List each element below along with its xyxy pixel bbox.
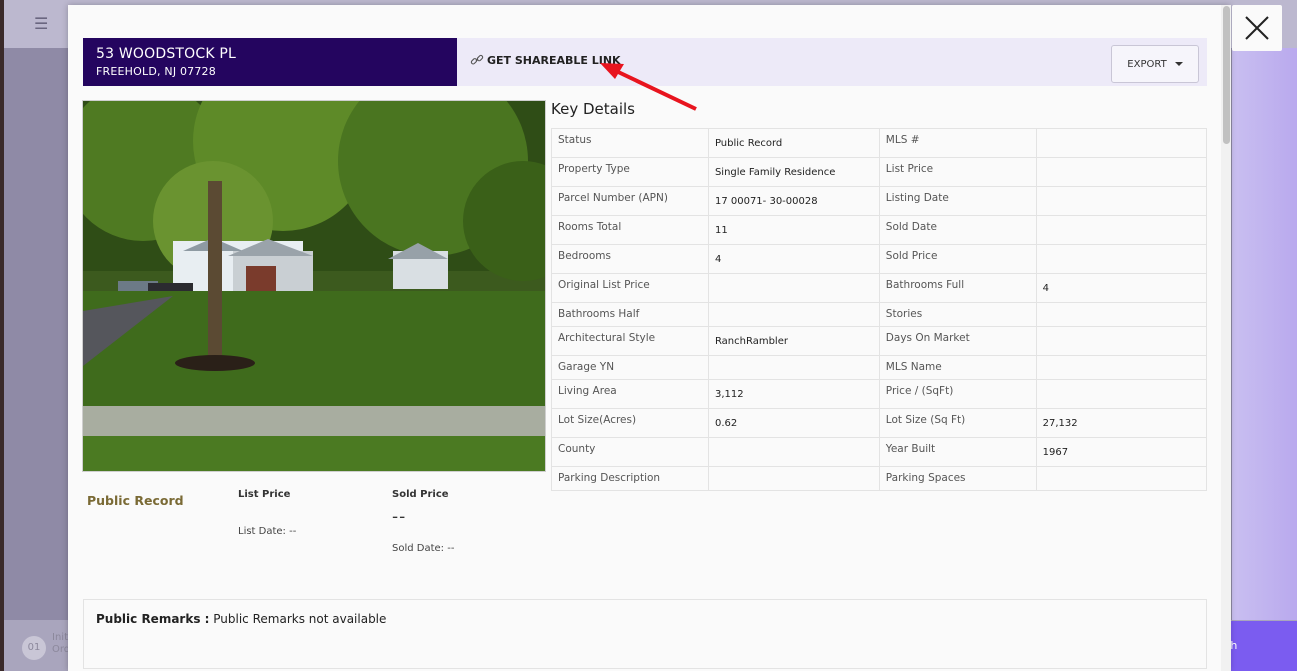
key-details-row: County Year Built 1967 [551, 437, 1208, 467]
key-details-row: Property Type Single Family Residence List… [551, 157, 1208, 187]
key-details-row: Garage YN MLS Name [551, 355, 1208, 380]
detail-value [707, 355, 880, 380]
key-details-row: Original List Price Bathrooms Full 4 [551, 273, 1208, 303]
key-details-row: Parking Description Parking Spaces [551, 466, 1208, 491]
detail-value: 11 [707, 215, 880, 245]
public-remarks-text: Public Remarks not available [209, 612, 387, 626]
key-details-row: Rooms Total 11 Sold Date [551, 215, 1208, 245]
modal-scrollbar-thumb[interactable] [1223, 6, 1230, 144]
background-right-pane [1232, 48, 1297, 671]
detail-value: Public Record [707, 128, 880, 158]
detail-value: 4 [1035, 273, 1208, 303]
detail-value [1035, 326, 1208, 356]
property-photo [82, 100, 546, 472]
key-details-row: Parcel Number (APN) 17 00071- 30-00028 Lis… [551, 186, 1208, 216]
detail-label: County [551, 437, 709, 467]
key-details-row: Living Area 3,112 Price / (SqFt) [551, 379, 1208, 409]
detail-label: Rooms Total [551, 215, 709, 245]
list-price-label: List Price [238, 489, 291, 500]
detail-value [1035, 244, 1208, 274]
detail-value: 1967 [1035, 437, 1208, 467]
detail-label: Living Area [551, 379, 709, 409]
detail-label: Status [551, 128, 709, 158]
key-details-row: Lot Size(Acres) 0.62 Lot Size (Sq Ft) 27,13… [551, 408, 1208, 438]
detail-value [1035, 355, 1208, 380]
detail-value: 3,112 [707, 379, 880, 409]
detail-label: Sold Price [878, 244, 1037, 274]
key-details-row: Bathrooms Half Stories [551, 302, 1208, 327]
detail-label: MLS # [878, 128, 1037, 158]
key-details-row: Status Public Record MLS # [551, 128, 1208, 158]
public-remarks: Public Remarks : Public Remarks not avai… [96, 612, 386, 626]
detail-value [707, 273, 880, 303]
detail-label: Bathrooms Half [551, 302, 709, 327]
detail-value [1035, 157, 1208, 187]
detail-label: Stories [878, 302, 1037, 327]
detail-label: Parking Spaces [878, 466, 1037, 491]
detail-label: Price / (SqFt) [878, 379, 1037, 409]
detail-label: Parking Description [551, 466, 709, 491]
detail-value: RanchRambler [707, 326, 880, 356]
detail-label: MLS Name [878, 355, 1037, 380]
detail-label: Parcel Number (APN) [551, 186, 709, 216]
detail-value [707, 302, 880, 327]
export-label: EXPORT [1127, 58, 1167, 70]
detail-label: Bathrooms Full [878, 273, 1037, 303]
detail-label: Year Built [878, 437, 1037, 467]
detail-label: Architectural Style [551, 326, 709, 356]
public-remarks-panel: Public Remarks : Public Remarks not avai… [83, 599, 1207, 669]
close-button[interactable] [1232, 5, 1282, 51]
detail-value [707, 437, 880, 467]
listing-status: Public Record [87, 493, 184, 508]
detail-value [1035, 215, 1208, 245]
detail-label: Days On Market [878, 326, 1037, 356]
caret-down-icon [1174, 62, 1183, 66]
detail-label: Listing Date [878, 186, 1037, 216]
detail-value: 0.62 [707, 408, 880, 438]
sold-price-value: -- [392, 507, 407, 527]
background-step-number: 01 [22, 636, 46, 660]
detail-value [1035, 186, 1208, 216]
detail-label: Lot Size(Acres) [551, 408, 709, 438]
detail-value: 4 [707, 244, 880, 274]
background-left-edge [0, 0, 4, 671]
close-icon [1245, 16, 1269, 40]
detail-label: Property Type [551, 157, 709, 187]
detail-value: Single Family Residence [707, 157, 880, 187]
key-details-table: Status Public Record MLS # Property Type Sin… [551, 128, 1208, 491]
property-address-header: 53 WOODSTOCK PL FREEHOLD, NJ 07728 [83, 38, 457, 86]
detail-label: Lot Size (Sq Ft) [878, 408, 1037, 438]
detail-label: Sold Date [878, 215, 1037, 245]
hamburger-menu-icon[interactable]: ☰ [34, 14, 48, 33]
property-city-state-zip: FREEHOLD, NJ 07728 [96, 65, 216, 78]
detail-value [1035, 302, 1208, 327]
export-dropdown-button[interactable]: EXPORT [1111, 45, 1199, 83]
property-street: 53 WOODSTOCK PL [96, 46, 237, 62]
detail-label: Garage YN [551, 355, 709, 380]
public-remarks-label: Public Remarks : [96, 612, 210, 626]
detail-value [1035, 379, 1208, 409]
sold-date: Sold Date: -- [392, 543, 455, 554]
detail-value [1035, 128, 1208, 158]
key-details-row: Bedrooms 4 Sold Price [551, 244, 1208, 274]
detail-value [1035, 466, 1208, 491]
detail-label: Bedrooms [551, 244, 709, 274]
detail-value: 27,132 [1035, 408, 1208, 438]
detail-value: 17 00071- 30-00028 [707, 186, 880, 216]
link-icon [470, 54, 484, 65]
sold-price-label: Sold Price [392, 489, 449, 500]
key-details-row: Architectural Style RanchRambler Days On M… [551, 326, 1208, 356]
list-date: List Date: -- [238, 526, 297, 537]
detail-label: Original List Price [551, 273, 709, 303]
annotation-arrow [600, 63, 697, 111]
detail-label: List Price [878, 157, 1037, 187]
background-search-button[interactable]: rch [1220, 621, 1297, 671]
detail-value [707, 466, 880, 491]
